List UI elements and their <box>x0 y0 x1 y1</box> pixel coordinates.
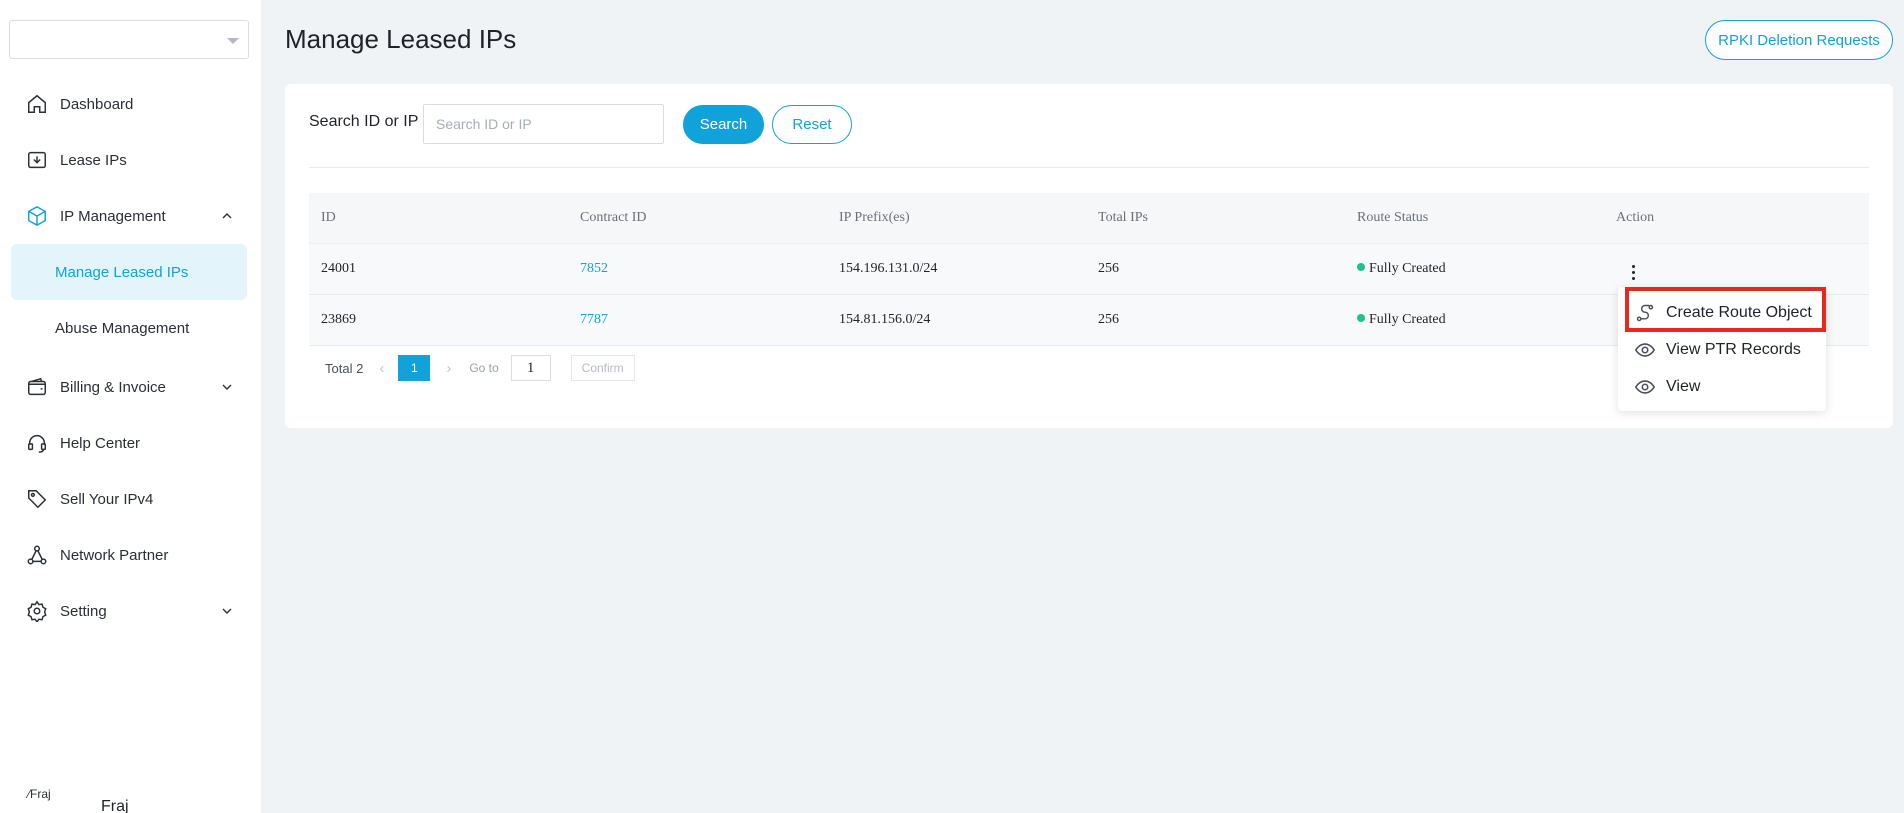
network-icon <box>24 542 50 568</box>
chevron-down-icon <box>221 380 233 398</box>
cell-ip-prefix: 154.196.131.0/24 <box>839 261 938 276</box>
pagination: Total 2 ‹ 1 › Go to Confirm <box>309 355 635 381</box>
page-number-button[interactable]: 1 <box>398 355 431 381</box>
status-dot-icon <box>1357 263 1365 271</box>
sidebar-item-label: IP Management <box>60 207 166 225</box>
sidebar: Dashboard Lease IPs IP Management Manage… <box>0 0 261 813</box>
sidebar-item-dashboard[interactable]: Dashboard <box>11 78 247 130</box>
sidebar-item-manage-leased-ips[interactable]: Manage Leased IPs <box>11 244 247 300</box>
goto-page-input[interactable] <box>510 355 551 381</box>
search-label: Search ID or IP <box>309 113 419 130</box>
menu-item-view-ptr-records[interactable]: View PTR Records <box>1618 332 1826 368</box>
chevron-up-icon <box>221 209 233 227</box>
status-text: Fully Created <box>1369 261 1446 276</box>
cell-id: 24001 <box>321 261 356 276</box>
sidebar-item-setting[interactable]: Setting <box>11 585 247 637</box>
cell-id: 23869 <box>321 312 356 327</box>
search-input[interactable] <box>423 104 664 144</box>
avatar-alt-text: Fraj <box>30 787 51 801</box>
page-title: Manage Leased IPs <box>285 24 517 54</box>
user-name: Fraj <box>101 798 129 813</box>
chevron-down-icon <box>221 604 233 622</box>
eye-icon <box>1634 376 1656 398</box>
sidebar-item-label: Dashboard <box>60 95 134 113</box>
sidebar-item-label: Manage Leased IPs <box>55 263 189 281</box>
search-button[interactable]: Search <box>683 105 764 144</box>
contract-id-link[interactable]: 7852 <box>568 261 827 277</box>
sidebar-item-label: Setting <box>60 602 107 620</box>
sidebar-item-label: Help Center <box>60 434 141 452</box>
more-vertical-icon[interactable] <box>1628 263 1639 282</box>
home-icon <box>24 91 50 117</box>
column-header-ip-prefix: IP Prefix(es) <box>839 210 910 225</box>
gear-icon <box>24 598 50 624</box>
sidebar-item-label: Billing & Invoice <box>60 378 166 396</box>
sidebar-item-ip-management[interactable]: IP Management <box>11 190 247 242</box>
action-menu: Create Route Object View PTR Records Vie… <box>1618 287 1826 411</box>
sidebar-item-label: Lease IPs <box>60 151 127 169</box>
menu-item-label: Create Route Object <box>1666 304 1812 321</box>
chevron-right-icon[interactable]: › <box>446 360 451 377</box>
pagination-total: Total 2 <box>325 360 364 376</box>
caret-down-icon <box>227 38 239 44</box>
headset-icon <box>24 430 50 456</box>
reset-button[interactable]: Reset <box>772 105 852 144</box>
cell-route-status: Fully Created <box>1345 261 1604 277</box>
status-dot-icon <box>1357 314 1365 322</box>
sidebar-item-billing-invoice[interactable]: Billing & Invoice <box>11 361 247 413</box>
confirm-button[interactable]: Confirm <box>570 355 635 381</box>
cell-action <box>1604 257 1863 282</box>
column-header-contract-id: Contract ID <box>580 210 647 225</box>
sidebar-item-label: Network Partner <box>60 546 169 564</box>
column-header-total-ips: Total IPs <box>1098 210 1148 225</box>
menu-item-view[interactable]: View <box>1618 369 1826 405</box>
cell-total-ips: 256 <box>1098 312 1119 327</box>
goto-label: Go to <box>469 361 499 375</box>
divider <box>309 167 1869 168</box>
status-text: Fully Created <box>1369 312 1446 327</box>
cell-ip-prefix: 154.81.156.0/24 <box>839 312 931 327</box>
rpki-deletion-requests-button[interactable]: RPKI Deletion Requests <box>1705 20 1893 60</box>
sidebar-item-label: Abuse Management <box>55 319 190 337</box>
wallet-icon <box>24 374 50 400</box>
organization-select[interactable] <box>9 20 249 59</box>
sidebar-item-network-partner[interactable]: Network Partner <box>11 529 247 581</box>
route-icon <box>1634 302 1656 324</box>
menu-item-create-route-object[interactable]: Create Route Object <box>1618 295 1826 331</box>
menu-item-label: View PTR Records <box>1666 341 1801 358</box>
cube-icon <box>24 203 50 229</box>
contract-id-link[interactable]: 7787 <box>568 312 827 328</box>
eye-icon <box>1634 339 1656 361</box>
column-header-route-status: Route Status <box>1357 210 1429 225</box>
sidebar-item-lease-ips[interactable]: Lease IPs <box>11 134 247 186</box>
sidebar-item-sell-ipv4[interactable]: Sell Your IPv4 <box>11 473 247 525</box>
sidebar-item-help-center[interactable]: Help Center <box>11 417 247 469</box>
cell-route-status: Fully Created <box>1345 312 1604 328</box>
download-box-icon <box>24 147 50 173</box>
chevron-left-icon[interactable]: ‹ <box>379 360 384 377</box>
table-header: ID Contract ID IP Prefix(es) Total IPs R… <box>309 193 1869 244</box>
avatar[interactable]: ⁄Fraj <box>28 787 51 801</box>
column-header-id: ID <box>321 210 336 225</box>
menu-item-label: View <box>1666 378 1701 395</box>
sidebar-item-label: Sell Your IPv4 <box>60 490 154 508</box>
tag-icon <box>24 486 50 512</box>
sidebar-item-abuse-management[interactable]: Abuse Management <box>11 300 247 356</box>
column-header-action: Action <box>1616 210 1655 225</box>
cell-total-ips: 256 <box>1098 261 1119 276</box>
